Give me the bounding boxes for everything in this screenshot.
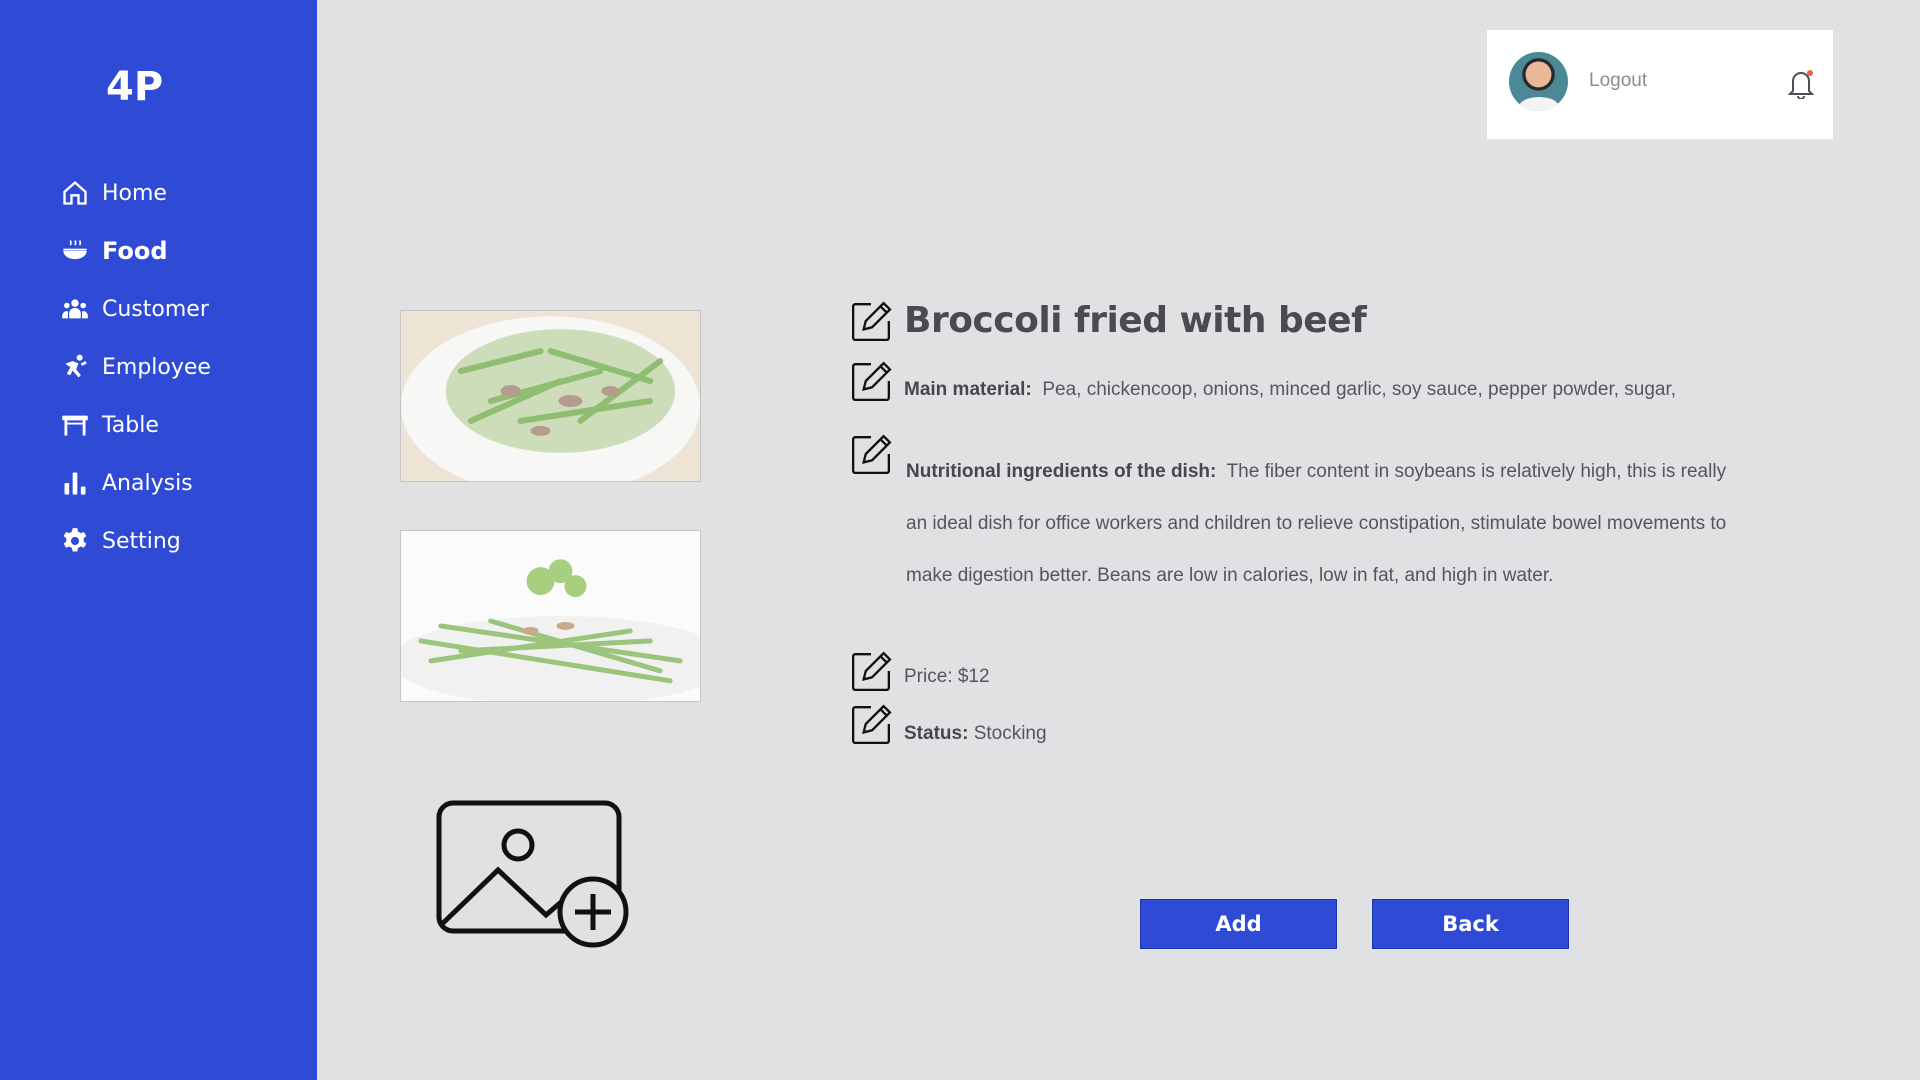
food-bowl-icon <box>60 236 90 266</box>
sidebar-item-label: Table <box>102 412 159 438</box>
sidebar-item-food[interactable]: Food <box>60 222 211 280</box>
main-material-value: Pea, chickencoop, onions, minced garlic,… <box>1042 379 1677 400</box>
edit-nutrition-icon[interactable] <box>850 433 892 475</box>
edit-title-icon[interactable] <box>850 300 892 342</box>
nutrition-label: Nutritional ingredients of the dish: <box>906 461 1217 482</box>
bar-chart-icon <box>60 468 90 498</box>
dish-image-1 <box>401 311 700 481</box>
sidebar-item-employee[interactable]: Employee <box>60 338 211 396</box>
dish-photo-1[interactable] <box>400 310 701 482</box>
sidebar-item-table[interactable]: Table <box>60 396 211 454</box>
table-icon <box>60 410 90 440</box>
edit-status-icon[interactable] <box>850 703 892 745</box>
back-button[interactable]: Back <box>1372 899 1569 949</box>
status-field: Status: Stocking <box>904 723 1047 745</box>
bell-icon[interactable] <box>1787 67 1815 100</box>
main-material-field: Main material: Pea, chickencoop, onions,… <box>904 379 1676 401</box>
dish-image-2 <box>401 531 700 701</box>
app-logo: 4P <box>106 64 164 110</box>
dish-photo-2[interactable] <box>400 530 701 702</box>
users-icon <box>60 294 90 324</box>
home-icon <box>60 178 90 208</box>
sidebar-item-label: Setting <box>102 528 181 554</box>
sidebar-item-setting[interactable]: Setting <box>60 512 211 570</box>
price-field: Price: $12 <box>904 666 990 687</box>
main-material-label: Main material: <box>904 379 1032 400</box>
sidebar-item-customer[interactable]: Customer <box>60 280 211 338</box>
sidebar: 4P Home Food Customer Employee Table Ana… <box>0 0 317 1080</box>
status-value: Stocking <box>973 723 1047 744</box>
sidebar-item-analysis[interactable]: Analysis <box>60 454 211 512</box>
sidebar-item-label: Food <box>102 237 168 265</box>
status-label: Status: <box>904 723 969 744</box>
sidebar-item-label: Employee <box>102 354 211 380</box>
edit-material-icon[interactable] <box>850 360 892 402</box>
sidebar-item-label: Customer <box>102 296 209 322</box>
user-panel: Logout <box>1487 30 1833 139</box>
add-image-button[interactable] <box>436 800 636 948</box>
logout-link[interactable]: Logout <box>1589 70 1647 92</box>
employee-icon <box>60 352 90 382</box>
avatar[interactable] <box>1509 52 1568 111</box>
sidebar-item-home[interactable]: Home <box>60 164 211 222</box>
sidebar-item-label: Home <box>102 180 167 206</box>
add-button[interactable]: Add <box>1140 899 1337 949</box>
add-image-icon <box>436 800 629 948</box>
dish-title: Broccoli fried with beef <box>904 300 1367 341</box>
nutrition-field: Nutritional ingredients of the dish: The… <box>906 446 1736 602</box>
gear-icon <box>60 526 90 556</box>
sidebar-nav: Home Food Customer Employee Table Analys… <box>60 164 211 570</box>
edit-price-icon[interactable] <box>850 650 892 692</box>
sidebar-item-label: Analysis <box>102 470 193 496</box>
